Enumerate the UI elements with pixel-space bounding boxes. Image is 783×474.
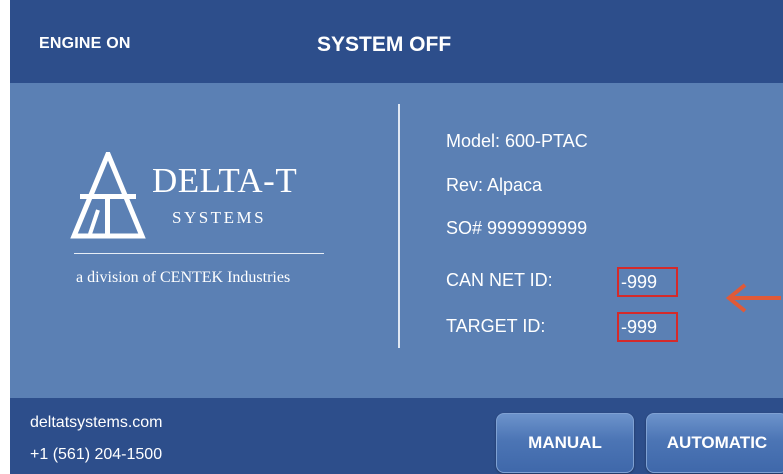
engine-status: ENGINE ON	[39, 35, 131, 52]
model-label: Model: 600-PTAC	[446, 131, 588, 151]
target-id-value: -999	[617, 312, 678, 342]
manual-button[interactable]: MANUAL	[496, 413, 634, 473]
can-net-id-value: -999	[617, 267, 678, 297]
phone-text: +1 (561) 204-1500	[30, 446, 163, 463]
target-id-label: TARGET ID:	[446, 316, 546, 336]
revision-label: Rev: Alpaca	[446, 175, 543, 195]
logo-division-text: a division of CENTEK Industries	[76, 269, 291, 286]
system-status: SYSTEM OFF	[317, 33, 452, 56]
logo-subtitle: SYSTEMS	[172, 208, 267, 227]
left-arrow-icon	[725, 283, 781, 313]
can-net-id-label: CAN NET ID:	[446, 270, 553, 290]
panel-divider	[398, 104, 400, 348]
status-header: ENGINE ON SYSTEM OFF	[10, 0, 783, 83]
logo-rule	[74, 253, 324, 254]
company-logo: DELTA-T SYSTEMS a division of CENTEK Ind…	[68, 152, 330, 302]
website-text: deltatsystems.com	[30, 414, 163, 431]
delta-t-logo-icon	[70, 152, 146, 239]
sales-order-label: SO# 9999999999	[446, 218, 588, 238]
device-screen: ENGINE ON SYSTEM OFF DELTA-T SYSTEMS a d…	[10, 0, 783, 474]
logo-name: DELTA-T	[152, 161, 298, 200]
automatic-button[interactable]: AUTOMATIC	[646, 413, 783, 473]
